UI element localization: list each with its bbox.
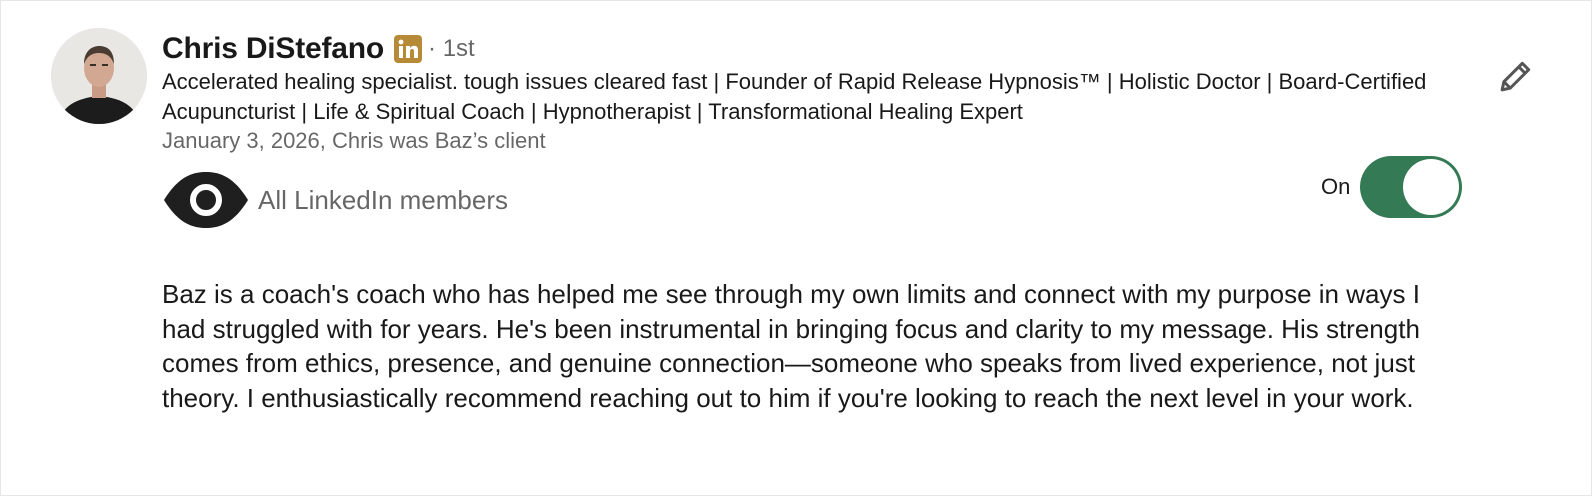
visibility-setting[interactable]: All LinkedIn members (162, 171, 508, 229)
toggle-knob (1403, 159, 1460, 215)
pencil-icon (1500, 61, 1531, 92)
relationship-date: January 3, 2026, Chris was Baz’s client (162, 128, 546, 153)
recommendation-card: Chris DiStefano · 1st Accelerated healin… (0, 0, 1592, 496)
recommender-headline: Accelerated healing specialist. tough is… (162, 69, 1427, 124)
show-recommendation-toggle-group: On (1321, 155, 1463, 219)
visibility-label: All LinkedIn members (258, 184, 508, 215)
avatar-photo (51, 28, 147, 124)
show-recommendation-toggle[interactable] (1360, 156, 1463, 218)
recommendation-text: Baz is a coach's coach who has helped me… (162, 279, 1420, 413)
edit-button[interactable] (1491, 53, 1543, 97)
eye-icon (164, 172, 248, 228)
connection-degree: · 1st (428, 35, 475, 62)
avatar[interactable] (51, 28, 147, 124)
recommender-name[interactable]: Chris DiStefano (162, 32, 384, 66)
toggle-state-label: On (1321, 174, 1351, 199)
linkedin-icon (394, 35, 423, 63)
recommender-header: Chris DiStefano · 1st (162, 29, 475, 69)
